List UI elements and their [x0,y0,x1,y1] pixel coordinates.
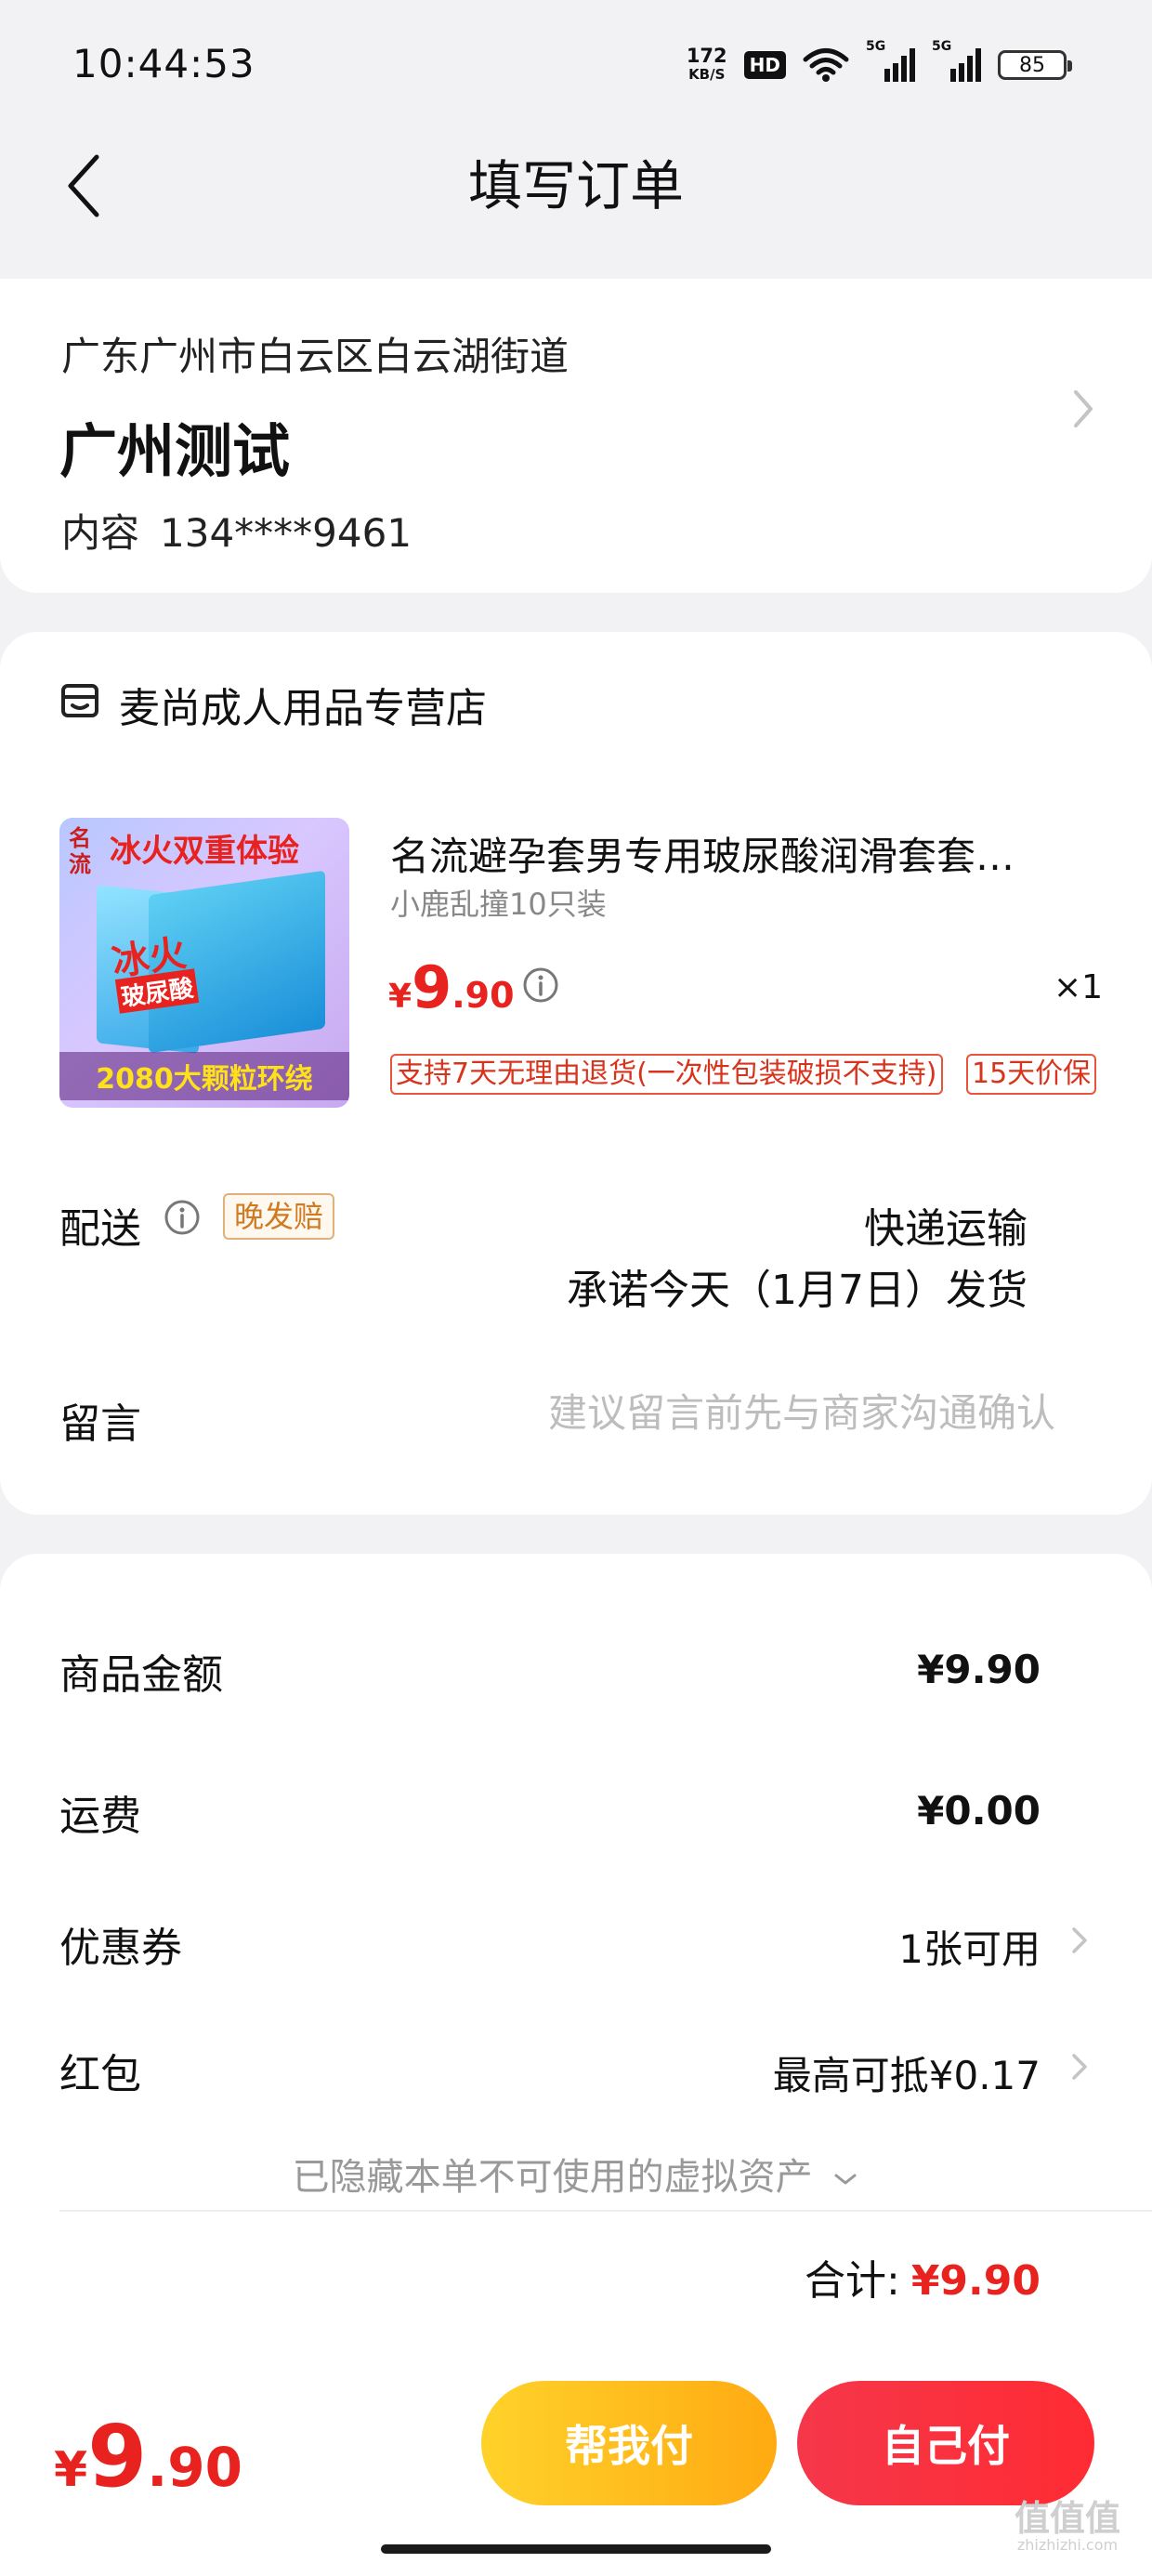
signal-5g-icon-1: 5G [866,39,915,82]
goods-amount-value: ¥9.90 [917,1647,1041,1692]
product-quantity: ×1 [1054,968,1104,1006]
product-image[interactable]: 名流 冰火双重体验 冰火 玻尿酸 2080大颗粒环绕 [59,818,349,1108]
recipient-name: 广州测试 [59,417,291,485]
back-button[interactable] [56,149,111,223]
address-region: 广东广州市白云区白云湖街道 [61,334,569,379]
contact-label: 内容 [61,510,140,556]
pay-myself-button[interactable]: 自己付 [797,2381,1094,2505]
status-time: 10:44:53 [72,41,255,86]
info-icon[interactable] [522,966,559,1004]
return-policy-tag: 支持7天无理由退货(一次性包装破损不支持) [390,1054,943,1095]
chevron-right-icon[interactable] [1068,1920,1091,1961]
recipient-contact: 内容 134****9461 [61,502,412,559]
shop-icon [61,684,98,717]
network-speed-value: 172 [686,45,727,67]
signal-5g-icon-2: 5G [932,39,981,82]
shipping-fee-value: ¥0.00 [917,1788,1041,1833]
watermark-logo: 值值值 zhizhizhi.com [1015,2498,1121,2554]
info-icon[interactable] [164,1199,201,1236]
product-image-headline: 冰火双重体验 [110,833,299,870]
delivery-label: 配送 [59,1205,141,1253]
chevron-right-icon[interactable] [1068,2046,1091,2087]
red-packet-value[interactable]: 最高可抵¥0.17 [773,2044,1041,2101]
hidden-assets-toggle[interactable]: 已隐藏本单不可使用的虚拟资产 [0,2147,1152,2201]
delivery-promise: 承诺今天（1月7日）发货 [567,1267,1028,1314]
late-compensation-badge: 晚发赔 [223,1193,335,1240]
home-indicator[interactable] [381,2544,771,2554]
status-icons: 172 KB/S HD 5G 5G 85 [687,39,1072,84]
product-spec: 小鹿乱撞10只装 [390,887,607,922]
battery-icon: 85 [998,50,1072,80]
recipient-phone: 134****9461 [160,510,412,556]
battery-level: 85 [1019,53,1045,77]
total-label: 合计: [804,2257,900,2305]
shop-name[interactable]: 麦尚成人用品专营店 [119,675,487,734]
red-packet-label: 红包 [59,2051,141,2098]
pay-total-price: ¥9.90 [54,2407,242,2506]
product-brand-text: 名流 [69,825,91,877]
chevron-down-icon [834,2174,857,2185]
message-label: 留言 [59,1400,141,1448]
divider [59,2210,1152,2212]
chevron-right-icon[interactable] [1068,381,1100,437]
shipping-fee-label: 运费 [59,1793,141,1840]
hidden-assets-text: 已隐藏本单不可使用的虚拟资产 [292,2156,813,2199]
total-row: 合计: ¥9.90 [805,2247,1041,2307]
hd-voice-icon: HD [743,51,786,79]
page-title: 填写订单 [467,154,684,217]
message-input[interactable] [279,1375,1055,1450]
product-image-bottom-text: 2080大颗粒环绕 [59,1052,349,1100]
product-price: ¥9.90 [388,953,515,1021]
help-me-pay-button[interactable]: 帮我付 [481,2381,777,2505]
wifi-icon [803,48,849,82]
price-protection-tag: 15天价保 [966,1054,1097,1095]
coupon-value[interactable]: 1张可用 [898,1918,1041,1975]
goods-amount-label: 商品金额 [59,1651,223,1699]
total-amount: ¥9.90 [910,2257,1041,2305]
product-title[interactable]: 名流避孕套男专用玻尿酸润滑套套… [390,825,1059,882]
delivery-method[interactable]: 快递运输 [864,1195,1028,1255]
chevron-left-icon [68,154,99,217]
network-speed-unit: KB/S [688,66,726,83]
network-speed: 172 KB/S [687,46,727,84]
coupon-label: 优惠券 [59,1925,182,1972]
